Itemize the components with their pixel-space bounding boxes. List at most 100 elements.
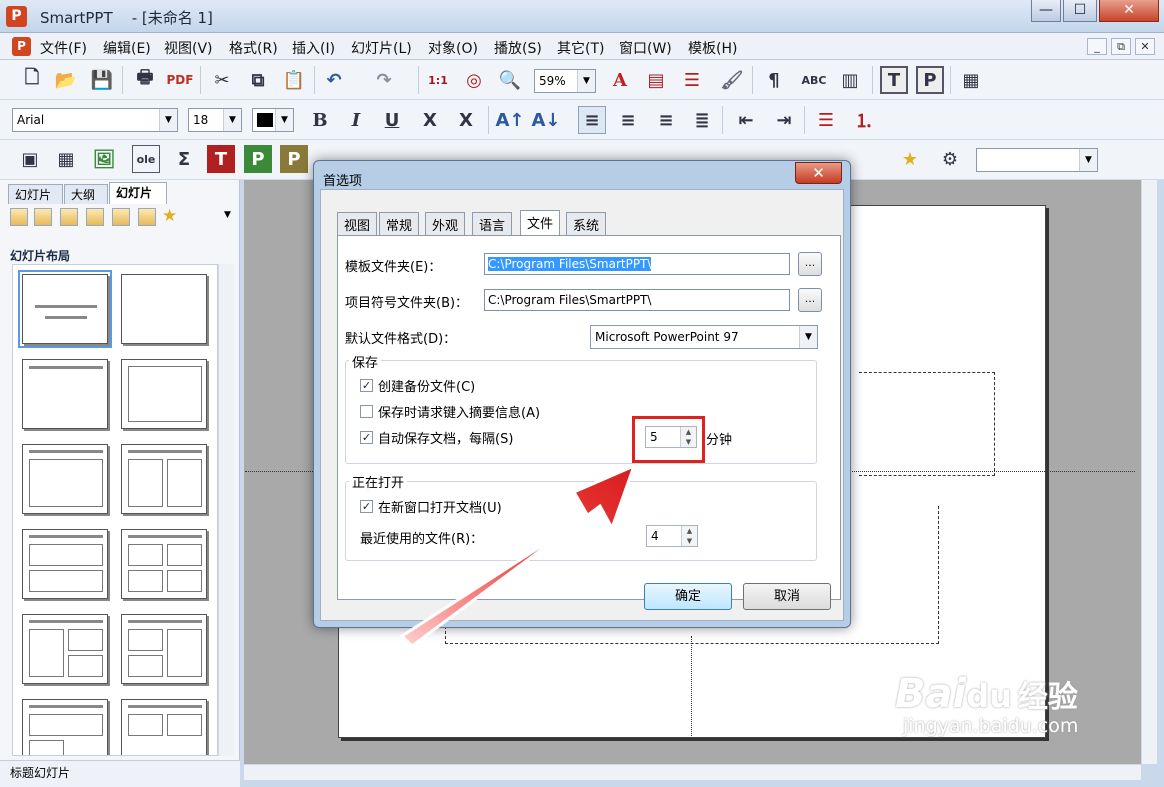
title-placeholder-icon[interactable]: T bbox=[207, 145, 235, 173]
zoom-icon[interactable]: 🔍 bbox=[496, 66, 524, 94]
bold-icon[interactable]: B bbox=[306, 106, 334, 134]
close-button[interactable]: ✕ bbox=[1099, 0, 1159, 22]
strikethrough-icon[interactable]: X bbox=[416, 106, 444, 134]
picture-placeholder-icon[interactable]: P bbox=[244, 145, 272, 173]
underline-icon[interactable]: U bbox=[378, 106, 406, 134]
spellcheck-icon[interactable]: ABC bbox=[800, 66, 828, 94]
panel-tool-5-icon[interactable] bbox=[112, 208, 130, 226]
paste-icon[interactable]: 📋 bbox=[280, 66, 308, 94]
layout-two-content[interactable] bbox=[121, 444, 207, 514]
menu-play[interactable]: 播放(S) bbox=[494, 38, 542, 58]
new-window-checkbox[interactable]: ✓ bbox=[360, 500, 373, 513]
ole-object-icon[interactable]: ole bbox=[132, 145, 160, 173]
actual-size-icon[interactable]: 1:1 bbox=[424, 66, 452, 94]
spin-up-icon[interactable]: ▲ bbox=[681, 526, 697, 536]
dialog-close-button[interactable]: ✕ bbox=[795, 162, 842, 184]
menu-slide[interactable]: 幻灯片(L) bbox=[351, 38, 412, 58]
decrease-indent-icon[interactable]: ⇤ bbox=[732, 106, 760, 134]
layout-two-top-bottom[interactable] bbox=[121, 699, 207, 755]
panel-tool-2-icon[interactable] bbox=[34, 208, 52, 226]
doc-restore-button[interactable]: ⧉ bbox=[1111, 38, 1131, 55]
undo-icon[interactable]: ↶ bbox=[320, 66, 348, 94]
tab-slide-layout[interactable]: 幻灯片 bbox=[109, 182, 167, 204]
layout-scrollbar[interactable] bbox=[218, 264, 234, 756]
panel-tool-1-icon[interactable] bbox=[10, 208, 28, 226]
menu-template[interactable]: 模板(H) bbox=[688, 38, 737, 58]
layout-content-only[interactable] bbox=[121, 359, 207, 429]
minimize-button[interactable]: — bbox=[1031, 0, 1061, 22]
text-frame-icon[interactable]: ▣ bbox=[16, 145, 44, 173]
tab-file[interactable]: 文件 bbox=[520, 210, 561, 236]
bullet-list-icon[interactable]: ☰ bbox=[812, 106, 840, 134]
workspace-vscroll[interactable] bbox=[1141, 180, 1157, 764]
doc-minimize-button[interactable]: _ bbox=[1087, 38, 1107, 55]
print-icon[interactable]: 🖶 bbox=[131, 66, 159, 94]
autosave-checkbox[interactable]: ✓ bbox=[360, 431, 373, 444]
tab-slides[interactable]: 幻灯片 bbox=[8, 184, 63, 204]
cancel-button[interactable]: 取消 bbox=[743, 583, 831, 610]
list-icon[interactable]: ☰ bbox=[678, 66, 706, 94]
justify-icon[interactable]: ≣ bbox=[688, 106, 716, 134]
table-icon[interactable]: ▦ bbox=[52, 145, 80, 173]
doc-close-button[interactable]: ✕ bbox=[1135, 38, 1155, 55]
backup-checkbox[interactable]: ✓ bbox=[360, 379, 373, 392]
copy-icon[interactable]: ⧉ bbox=[244, 66, 272, 94]
layout-right-tall[interactable] bbox=[121, 614, 207, 684]
grow-font-icon[interactable]: A↑ bbox=[496, 106, 525, 134]
template-folder-field[interactable]: C:\Program Files\SmartPPT\ bbox=[484, 253, 790, 275]
menu-insert[interactable]: 插入(I) bbox=[292, 38, 335, 58]
zoom-combo[interactable]: 59% ▼ bbox=[534, 69, 596, 93]
layout-top-two-bottom[interactable] bbox=[22, 699, 108, 755]
cut-icon[interactable]: ✂ bbox=[208, 66, 236, 94]
star-icon[interactable]: ★ bbox=[896, 145, 924, 173]
workspace-hscroll[interactable] bbox=[244, 764, 1141, 780]
color-picker[interactable]: ▼ bbox=[252, 108, 294, 132]
bullet-folder-field[interactable]: C:\Program Files\SmartPPT\ bbox=[484, 289, 790, 311]
redo-icon[interactable]: ↷ bbox=[370, 66, 398, 94]
image-icon[interactable]: 🖼 bbox=[90, 145, 118, 173]
settings-icon[interactable]: ⚙ bbox=[936, 145, 964, 173]
align-right-icon[interactable]: ≡ bbox=[652, 106, 680, 134]
template-browse-button[interactable]: ... bbox=[798, 252, 822, 276]
tab-general[interactable]: 常规 bbox=[379, 212, 420, 235]
format-painter-icon[interactable]: 🖌 bbox=[718, 66, 746, 94]
menu-other[interactable]: 其它(T) bbox=[557, 38, 604, 58]
layout-title-slide[interactable] bbox=[18, 270, 112, 348]
slide-icon[interactable]: ▤ bbox=[642, 66, 670, 94]
layout-title-content[interactable] bbox=[22, 444, 108, 514]
bullet-browse-button[interactable]: ... bbox=[798, 288, 822, 312]
object-placeholder-icon[interactable]: P bbox=[280, 145, 308, 173]
menu-format[interactable]: 格式(R) bbox=[229, 38, 278, 58]
save-icon[interactable]: 💾 bbox=[88, 66, 116, 94]
chevron-down-icon[interactable]: ▼ bbox=[224, 210, 231, 220]
layout-title-only[interactable] bbox=[22, 359, 108, 429]
align-center-icon[interactable]: ≡ bbox=[614, 106, 642, 134]
shrink-font-icon[interactable]: A↓ bbox=[532, 106, 561, 134]
tab-view[interactable]: 视图 bbox=[337, 212, 378, 235]
numbered-list-icon[interactable]: ⒈ bbox=[850, 106, 878, 134]
shadow-text-icon[interactable]: X bbox=[452, 106, 480, 134]
picture-box-icon[interactable]: P bbox=[916, 66, 944, 94]
default-format-select[interactable]: Microsoft PowerPoint 97 ▼ bbox=[590, 325, 818, 349]
ok-button[interactable]: 确定 bbox=[644, 583, 732, 610]
font-name-combo[interactable]: Arial ▼ bbox=[12, 108, 178, 132]
menu-view[interactable]: 视图(V) bbox=[164, 38, 213, 58]
style-combo[interactable]: ▼ bbox=[976, 148, 1098, 172]
paragraph-mark-icon[interactable]: ¶ bbox=[760, 66, 788, 94]
layout-title-two-rows[interactable] bbox=[22, 529, 108, 599]
panel-tool-6-icon[interactable] bbox=[138, 208, 156, 226]
equation-icon[interactable]: Σ bbox=[170, 145, 198, 173]
open-folder-icon[interactable]: 📂 bbox=[52, 66, 80, 94]
grid-icon[interactable]: ▦ bbox=[957, 66, 985, 94]
font-size-combo[interactable]: 18 ▼ bbox=[188, 108, 242, 132]
layout-blank[interactable] bbox=[121, 274, 207, 344]
chart-icon[interactable]: ▥ bbox=[836, 66, 864, 94]
italic-icon[interactable]: I bbox=[342, 106, 370, 134]
panel-tool-4-icon[interactable] bbox=[86, 208, 104, 226]
new-icon[interactable]: 🗋 bbox=[18, 66, 46, 94]
layout-four-content[interactable] bbox=[121, 529, 207, 599]
maximize-button[interactable]: ☐ bbox=[1063, 0, 1097, 22]
tab-language[interactable]: 语言 bbox=[472, 212, 513, 235]
recent-files-spinner[interactable]: 4 ▲ ▼ bbox=[646, 525, 698, 547]
pdf-export-icon[interactable]: PDF bbox=[166, 66, 194, 94]
